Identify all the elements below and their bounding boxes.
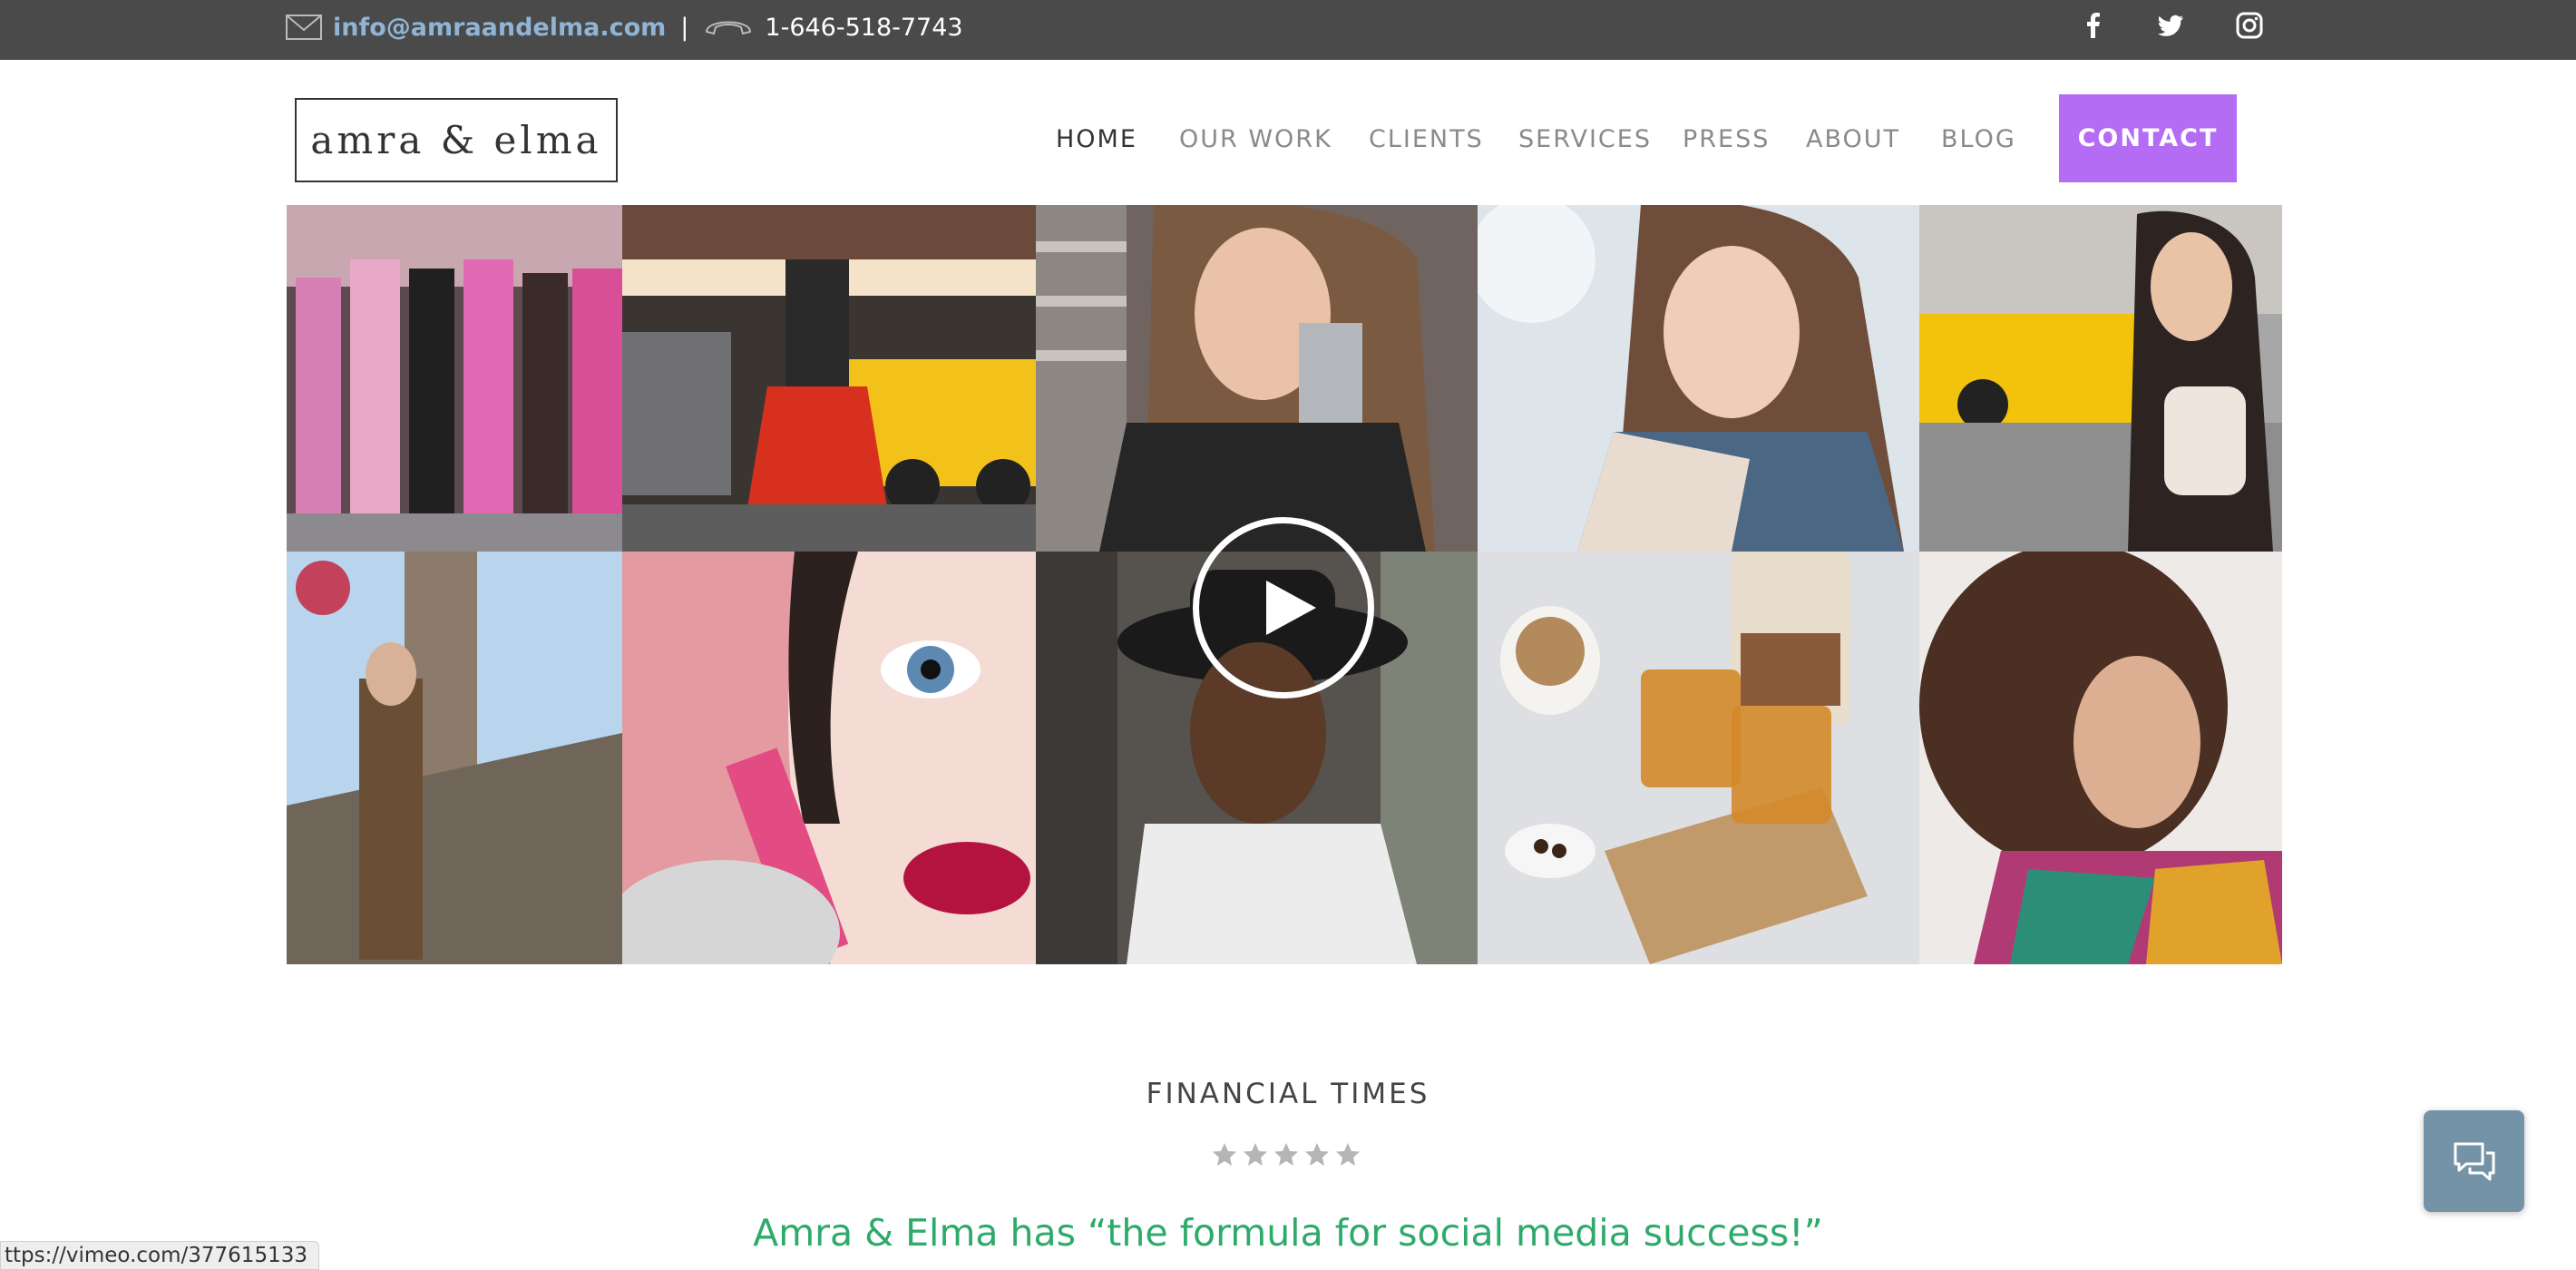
gallery-photo-coffee	[1478, 552, 1919, 964]
gallery-photo-taxi-backpack	[1919, 205, 2282, 552]
star-icon	[1305, 1143, 1329, 1166]
nav-our-work[interactable]: OUR WORK	[1179, 125, 1332, 153]
contact-info: info@amraandelma.com | 1-646-518-7743	[286, 0, 963, 54]
gallery-photo-lipstick	[622, 552, 1036, 964]
press-quote: Amra & Elma has “the formula for social …	[753, 1211, 1823, 1255]
nav-press[interactable]: PRESS	[1683, 125, 1770, 153]
contact-button[interactable]: CONTACT	[2059, 94, 2237, 182]
star-icon	[1274, 1143, 1298, 1166]
nav-blog[interactable]: BLOG	[1941, 125, 2016, 153]
chat-button[interactable]	[2424, 1110, 2524, 1212]
phone-icon	[703, 14, 754, 41]
video-play-button[interactable]	[1193, 517, 1374, 698]
top-bar: info@amraandelma.com | 1-646-518-7743	[0, 0, 2576, 60]
instagram-icon[interactable]	[2233, 9, 2266, 42]
star-icon	[1244, 1143, 1267, 1166]
gallery-photo-curly-hair	[1919, 552, 2282, 964]
rating-stars	[1211, 1141, 1361, 1168]
star-icon	[1213, 1143, 1236, 1166]
email-link[interactable]: info@amraandelma.com	[333, 14, 666, 42]
nav-clients[interactable]: CLIENTS	[1369, 125, 1484, 153]
gallery-photo-runway	[287, 205, 622, 552]
nav-services[interactable]: SERVICES	[1518, 125, 1652, 153]
facebook-icon[interactable]	[2077, 9, 2110, 42]
chat-icon	[2454, 1142, 2494, 1181]
phone-number[interactable]: 1-646-518-7743	[765, 14, 962, 42]
star-icon	[1336, 1143, 1360, 1166]
twitter-icon[interactable]	[2154, 9, 2187, 42]
gallery-photo-winter	[1478, 205, 1919, 552]
nav-home[interactable]: HOME	[1056, 125, 1137, 153]
site-logo[interactable]: amra & elma	[295, 98, 618, 182]
separator: |	[680, 13, 689, 42]
play-icon	[1266, 581, 1316, 635]
envelope-icon	[286, 14, 322, 41]
gallery-photo-taxi-street	[622, 205, 1036, 552]
page: info@amraandelma.com | 1-646-518-7743 am…	[0, 0, 2576, 1270]
status-bar-url: ttps://vimeo.com/377615133	[0, 1241, 319, 1270]
gallery-photo-bridge	[287, 552, 622, 964]
gallery-photo-snack	[1036, 205, 1478, 552]
press-source-title: FINANCIAL TIMES	[1146, 1078, 1430, 1110]
nav-about[interactable]: ABOUT	[1806, 125, 1900, 153]
